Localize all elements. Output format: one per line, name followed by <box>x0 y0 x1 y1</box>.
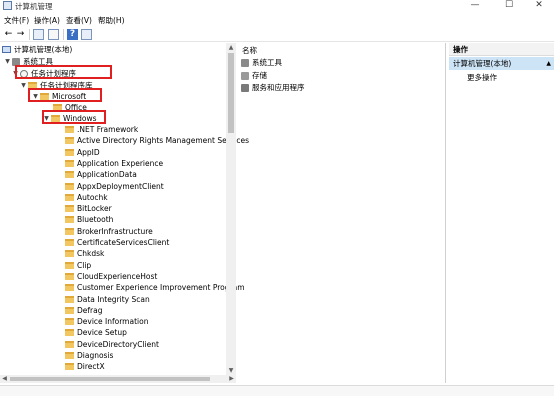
folder-icon <box>65 227 74 235</box>
folder-icon <box>65 272 74 280</box>
tree-item-windows-child[interactable]: Device Information <box>64 316 148 327</box>
tree-vertical-scrollbar[interactable]: ▲ ▼ <box>226 43 236 375</box>
window-title: 计算机管理 <box>15 2 53 11</box>
status-bar <box>0 385 554 396</box>
highlight-windows <box>42 110 106 124</box>
help-icon[interactable]: ? <box>67 29 78 40</box>
toolbar: ← → ? <box>0 27 554 42</box>
tree-item-windows-child[interactable]: DirectX <box>64 361 105 372</box>
tree-item-windows-child[interactable]: BrokerInfrastructure <box>64 226 153 237</box>
tree-item-windows-child[interactable]: Diagnosis <box>64 350 113 361</box>
tree-item-windows-child[interactable]: Autochk <box>64 192 108 203</box>
export-list-icon[interactable] <box>48 29 59 40</box>
tree-item-windows-child[interactable]: CloudExperienceHost <box>64 271 157 282</box>
minimize-button[interactable]: — <box>460 0 490 12</box>
folder-icon <box>65 137 74 145</box>
tree-item-root[interactable]: 计算机管理(本地) <box>1 44 72 55</box>
folder-icon <box>65 306 74 314</box>
highlight-microsoft <box>28 88 102 102</box>
scroll-right-icon[interactable]: ▶ <box>227 375 236 383</box>
list-item-system-tools[interactable]: 系统工具 <box>240 57 282 68</box>
tree-item-windows-child[interactable]: Active Directory Rights Management Servi… <box>64 135 249 146</box>
chevron-down-icon[interactable]: ▼ <box>4 56 11 67</box>
folder-icon <box>65 329 74 337</box>
show-hide-action-pane-icon[interactable] <box>81 29 92 40</box>
chevron-down-icon[interactable]: ▼ <box>20 80 27 91</box>
result-pane <box>237 43 446 383</box>
tree-item-windows-child[interactable]: Customer Experience Improvement Program <box>64 282 245 293</box>
actions-section-computer-management[interactable]: 计算机管理(本地) ▲ <box>449 57 554 70</box>
folder-icon <box>65 284 74 292</box>
scroll-down-icon[interactable]: ▼ <box>226 366 236 375</box>
tools-icon <box>241 59 249 67</box>
scroll-left-icon[interactable]: ◀ <box>0 375 9 383</box>
list-item-storage[interactable]: 存储 <box>240 70 267 81</box>
actions-pane <box>449 43 554 383</box>
more-actions[interactable]: 更多操作 ▶ <box>467 72 497 83</box>
tree-item-windows-child[interactable]: Chkdsk <box>64 248 104 259</box>
services-icon <box>241 84 249 92</box>
tree-item-windows-child[interactable]: Bluetooth <box>64 214 113 225</box>
computer-management-icon <box>3 1 12 10</box>
folder-icon <box>65 295 74 303</box>
scroll-up-icon[interactable]: ▲ <box>226 43 236 52</box>
tree-item-windows-child[interactable]: DeviceDirectoryClient <box>64 339 159 350</box>
back-arrow-icon[interactable]: ← <box>3 29 14 40</box>
tree-item-windows-child[interactable]: CertificateServicesClient <box>64 237 169 248</box>
tree-item-windows-child[interactable]: AppxDeploymentClient <box>64 181 164 192</box>
folder-icon <box>65 261 74 269</box>
folder-icon <box>65 250 74 258</box>
folder-icon <box>65 205 74 213</box>
show-hide-console-tree-icon[interactable] <box>33 29 44 40</box>
menu-view[interactable]: 查看(V) <box>66 15 92 26</box>
tree-item-windows-child[interactable]: Clip <box>64 260 91 271</box>
menu-help[interactable]: 帮助(H) <box>98 15 125 26</box>
tree-item-windows-child[interactable]: Application Experience <box>64 158 163 169</box>
tree-item-windows-child[interactable]: BitLocker <box>64 203 112 214</box>
folder-icon <box>65 239 74 246</box>
folder-icon <box>65 148 74 156</box>
folder-icon <box>65 126 74 133</box>
actions-header: 操作 <box>449 43 554 56</box>
close-button[interactable]: ✕ <box>524 0 554 12</box>
tree-item-windows-child[interactable]: Defrag <box>64 305 102 316</box>
tree-item-windows-child[interactable]: Data Integrity Scan <box>64 294 150 305</box>
toolbar-separator <box>29 29 30 40</box>
menu-file[interactable]: 文件(F) <box>4 15 29 26</box>
folder-icon <box>65 340 74 348</box>
toolbar-separator <box>63 29 64 40</box>
tree-item-windows-child[interactable]: ApplicationData <box>64 169 137 180</box>
forward-arrow-icon[interactable]: → <box>15 29 26 40</box>
tree-item-windows-child[interactable]: AppID <box>64 147 100 158</box>
folder-icon <box>65 159 74 167</box>
tree-horizontal-scrollbar[interactable]: ◀ ▶ <box>0 375 236 383</box>
storage-icon <box>241 72 249 80</box>
folder-icon <box>65 182 74 190</box>
scroll-thumb[interactable] <box>228 53 234 133</box>
folder-icon <box>65 318 74 326</box>
maximize-button[interactable]: ☐ <box>494 0 524 12</box>
tree-item-windows-child[interactable]: Device Setup <box>64 327 127 338</box>
folder-icon <box>65 363 74 371</box>
folder-icon <box>65 352 74 359</box>
collapse-triangle-icon[interactable]: ▲ <box>546 57 551 70</box>
menu-action[interactable]: 操作(A) <box>34 15 60 26</box>
folder-icon <box>65 216 74 224</box>
folder-icon <box>65 171 74 179</box>
list-item-services-apps[interactable]: 服务和应用程序 <box>240 82 305 93</box>
scroll-thumb[interactable] <box>10 377 210 381</box>
highlight-task-scheduler <box>15 65 112 79</box>
menu-bar: 文件(F) 操作(A) 查看(V) 帮助(H) <box>0 14 554 25</box>
column-header-name[interactable]: 名称 <box>242 45 257 56</box>
tree-item-windows-child[interactable]: .NET Framework <box>64 124 138 135</box>
title-bar: 计算机管理 — ☐ ✕ <box>0 0 554 12</box>
computer-icon <box>2 46 11 53</box>
folder-icon <box>65 193 74 201</box>
